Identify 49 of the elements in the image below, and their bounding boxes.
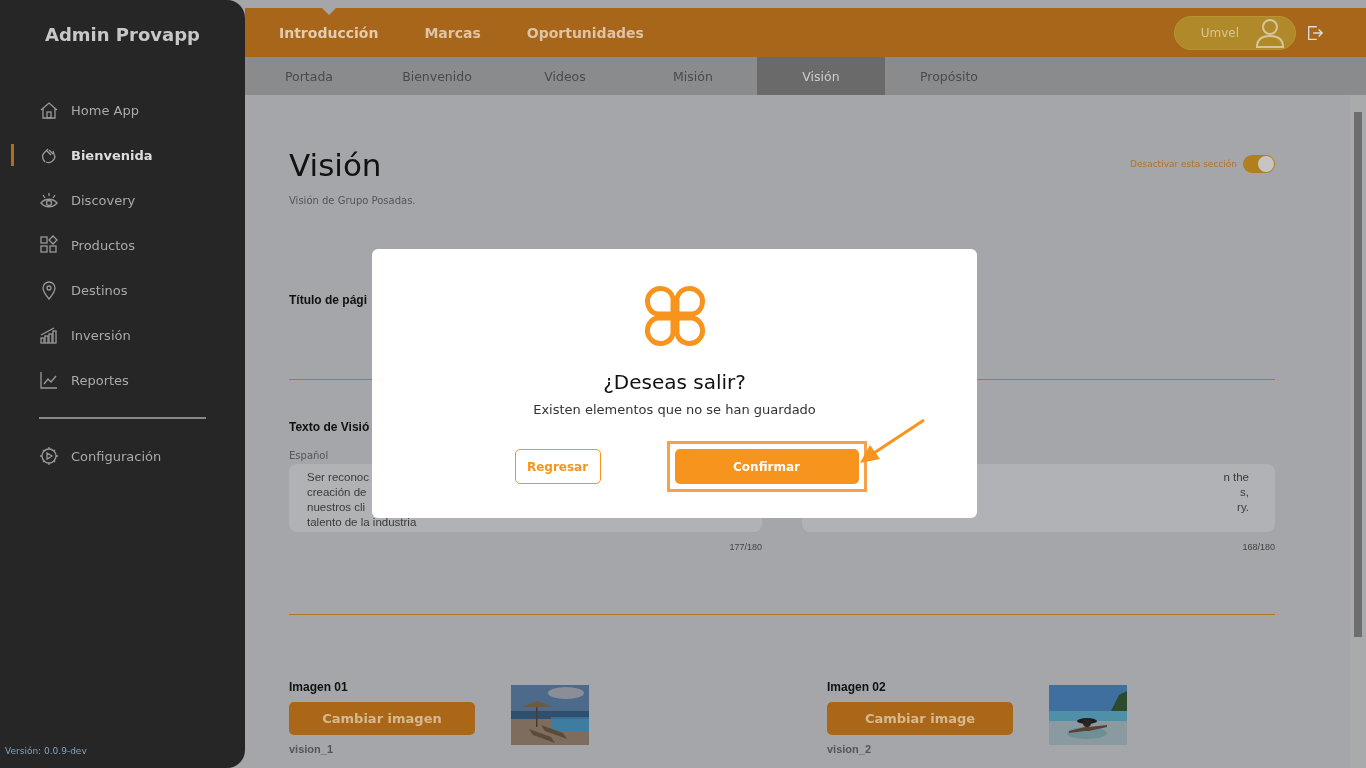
- sidebar-item[interactable]: Reportes: [0, 367, 245, 393]
- dialog-title: ¿Deseas salir?: [603, 370, 746, 394]
- section-tab[interactable]: Misión: [629, 57, 757, 95]
- change-image-button[interactable]: Cambiar image: [827, 702, 1013, 735]
- shapes-icon: [39, 235, 59, 255]
- sidebar-item[interactable]: Productos: [0, 232, 245, 258]
- user-icon: [1255, 17, 1285, 48]
- sidebar-item[interactable]: Configuración: [0, 443, 245, 469]
- version-label: Versión: 0.0.9-dev: [4, 746, 88, 758]
- sidebar-item[interactable]: Bienvenida: [0, 142, 245, 168]
- character-count: 177/180: [728, 542, 762, 552]
- nav-tab[interactable]: Introducción: [279, 8, 379, 57]
- section-tab[interactable]: Propósito: [885, 57, 1013, 95]
- section-tab[interactable]: Visión: [757, 57, 885, 95]
- bar-chart-icon: [39, 325, 59, 345]
- sidebar-item[interactable]: Discovery: [0, 187, 245, 213]
- image-label: Imagen 01: [289, 680, 349, 694]
- file-name: vision_2: [827, 743, 873, 755]
- sidebar-item[interactable]: Inversión: [0, 322, 245, 348]
- page-subtitle: Visión de Grupo Posadas.: [289, 195, 416, 206]
- back-button[interactable]: Regresar: [514, 449, 601, 484]
- settings-icon: [39, 446, 59, 466]
- house-icon: [39, 100, 59, 120]
- user-menu-button[interactable]: Umvel: [1173, 15, 1296, 50]
- nav-tab[interactable]: Oportunidades: [526, 8, 644, 57]
- section-tab[interactable]: Videos: [501, 57, 629, 95]
- logout-icon[interactable]: [1306, 23, 1324, 42]
- eye-icon: [39, 190, 59, 210]
- field-label: Texto de Visió: [289, 420, 371, 434]
- toggle-label: Desactivar esta sección: [1130, 159, 1237, 169]
- scrollbar-thumb[interactable]: [1354, 112, 1362, 637]
- language-label: Español: [289, 450, 330, 461]
- sidebar-item[interactable]: Home App: [0, 97, 245, 123]
- file-name: vision_1: [289, 743, 335, 755]
- field-label: Título de pági: [289, 293, 368, 307]
- sidebar-item[interactable]: Destinos: [0, 277, 245, 303]
- nav-tab[interactable]: Marcas: [424, 8, 481, 57]
- change-image-button[interactable]: Cambiar imagen: [289, 702, 475, 735]
- section-toggle[interactable]: [1243, 155, 1275, 173]
- page-title: Visión: [289, 147, 383, 183]
- section-tab[interactable]: Portada: [245, 57, 373, 95]
- section-tab[interactable]: Bienvenido: [373, 57, 501, 95]
- image-label: Imagen 02: [827, 680, 887, 694]
- app-title: Admin Provapp: [44, 24, 201, 45]
- location-pin-icon: [39, 280, 59, 300]
- confirm-button[interactable]: Confirmar: [674, 449, 859, 484]
- line-chart-icon: [39, 370, 59, 390]
- character-count: 168/180: [1241, 542, 1275, 552]
- dialog-message: Existen elementos que no se han guardado: [533, 402, 816, 417]
